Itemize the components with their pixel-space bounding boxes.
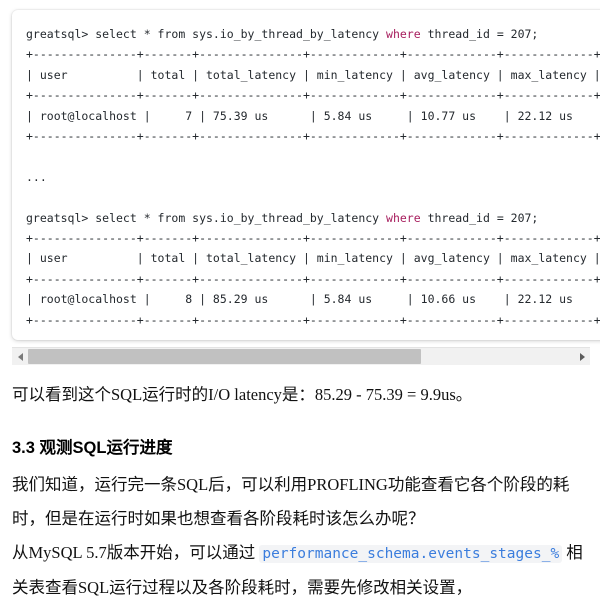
scroll-left-button[interactable] (12, 348, 28, 365)
code-scroll-viewport[interactable]: greatsql> select * from sys.io_by_thread… (12, 10, 600, 340)
chevron-right-icon (579, 352, 585, 361)
scrollbar-thumb[interactable] (28, 349, 422, 364)
paragraph-text-before: 从MySQL 5.7版本开始，可以通过 (12, 543, 260, 562)
paragraph-events-stages: 从MySQL 5.7版本开始，可以通过 performance_schema.e… (12, 536, 590, 605)
scroll-right-button[interactable] (574, 348, 590, 365)
terminal-code: greatsql> select * from sys.io_by_thread… (26, 27, 600, 327)
paragraph-latency-result: 可以看到这个SQL运行时的I/O latency是：85.29 - 75.39 … (12, 385, 473, 404)
inline-code-events-stages: performance_schema.events_stages_% (259, 545, 563, 563)
section-heading-3-3: 3.3 观测SQL运行进度 (12, 439, 173, 457)
horizontal-scrollbar[interactable] (12, 347, 590, 365)
scrollbar-track[interactable] (28, 348, 574, 365)
chevron-left-icon (17, 352, 23, 361)
article-body: 可以看到这个SQL运行时的I/O latency是：85.29 - 75.39 … (12, 378, 590, 605)
paragraph-profiling-intro: 我们知道，运行完一条SQL后，可以利用PROFLING功能查看它各个阶段的耗时，… (12, 475, 570, 528)
code-block-card: greatsql> select * from sys.io_by_thread… (12, 10, 600, 341)
